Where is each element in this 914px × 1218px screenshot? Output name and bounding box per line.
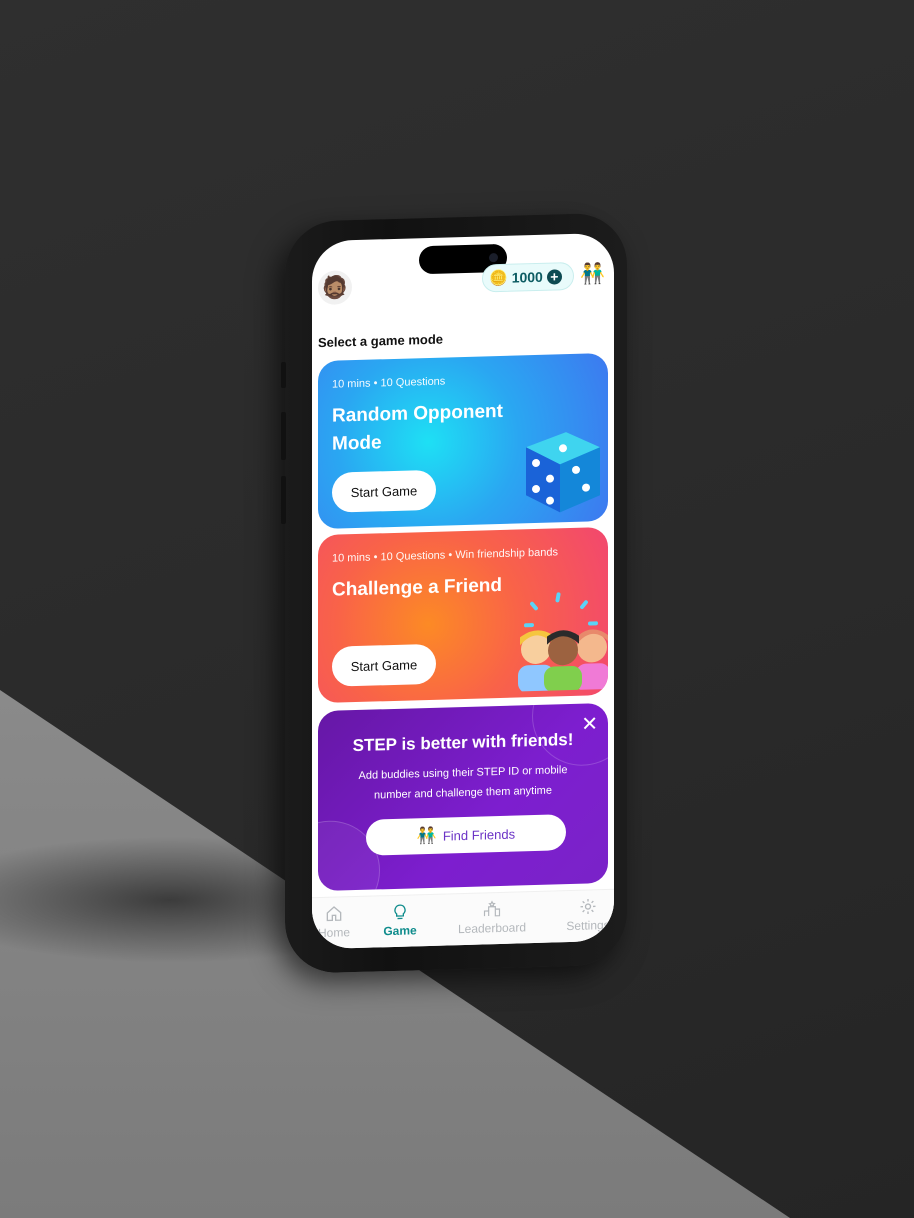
nav-label: Home [317,925,350,941]
nav-game[interactable]: Game [378,901,422,938]
start-game-button[interactable]: Start Game [332,469,436,513]
nav-label: Leaderboard [457,920,527,937]
nav-label: Settings [566,917,610,934]
find-friends-promo: ✕ STEP is better with friends! Add buddi… [318,702,608,892]
coin-count: 1000 [511,268,543,286]
friends-group-icon [518,592,608,692]
card-title: Challenge a Friend [332,574,502,601]
podium-icon [483,900,501,917]
start-game-button[interactable]: Start Game [332,643,436,687]
section-title: Select a game mode [318,331,443,351]
bottom-nav: Home Game Leaderboard Settings [312,888,614,950]
friends-icon: 👬 [416,827,437,846]
person-avatar-icon: 🧔🏽 [321,274,349,300]
gear-icon [580,899,596,915]
card-meta: 10 mins • 10 Questions • Win friendship … [332,546,558,565]
coin-balance[interactable]: 🪙 1000 + [482,261,574,293]
coin-jar-icon: 🪙 [489,269,508,288]
find-friends-button[interactable]: 👬 Find Friends [366,814,566,856]
card-meta: 10 mins • 10 Questions [332,375,446,391]
plus-icon[interactable]: + [546,268,562,285]
card-title: Random Opponent Mode [332,400,503,455]
profile-avatar[interactable]: 🧔🏽 [318,270,352,306]
background-scene: 🧔🏽 🪙 1000 + 👬 Select a game mode 10 mins… [0,0,914,1218]
random-opponent-card[interactable]: 10 mins • 10 Questions Random Opponent M… [318,352,608,530]
home-icon [326,906,342,922]
promo-subtitle: Add buddies using their STEP ID or mobil… [358,764,568,802]
find-friends-label: Find Friends [442,826,516,844]
camera-lens [489,253,498,263]
volume-down-button [281,475,286,525]
nav-home[interactable]: Home [312,903,356,940]
dice-icon [526,432,600,513]
friends-icon[interactable]: 👬 [580,261,605,287]
app-screen: 🧔🏽 🪙 1000 + 👬 Select a game mode 10 mins… [312,232,614,950]
nav-settings[interactable]: Settings [558,896,614,934]
challenge-friend-card[interactable]: 10 mins • 10 Questions • Win friendship … [318,526,608,704]
nav-leaderboard[interactable]: Leaderboard [452,898,532,936]
bulb-icon [394,904,406,920]
nav-label: Game [383,923,417,939]
volume-up-button [281,411,286,461]
phone-device: 🧔🏽 🪙 1000 + 👬 Select a game mode 10 mins… [281,212,627,974]
action-button [281,361,286,389]
